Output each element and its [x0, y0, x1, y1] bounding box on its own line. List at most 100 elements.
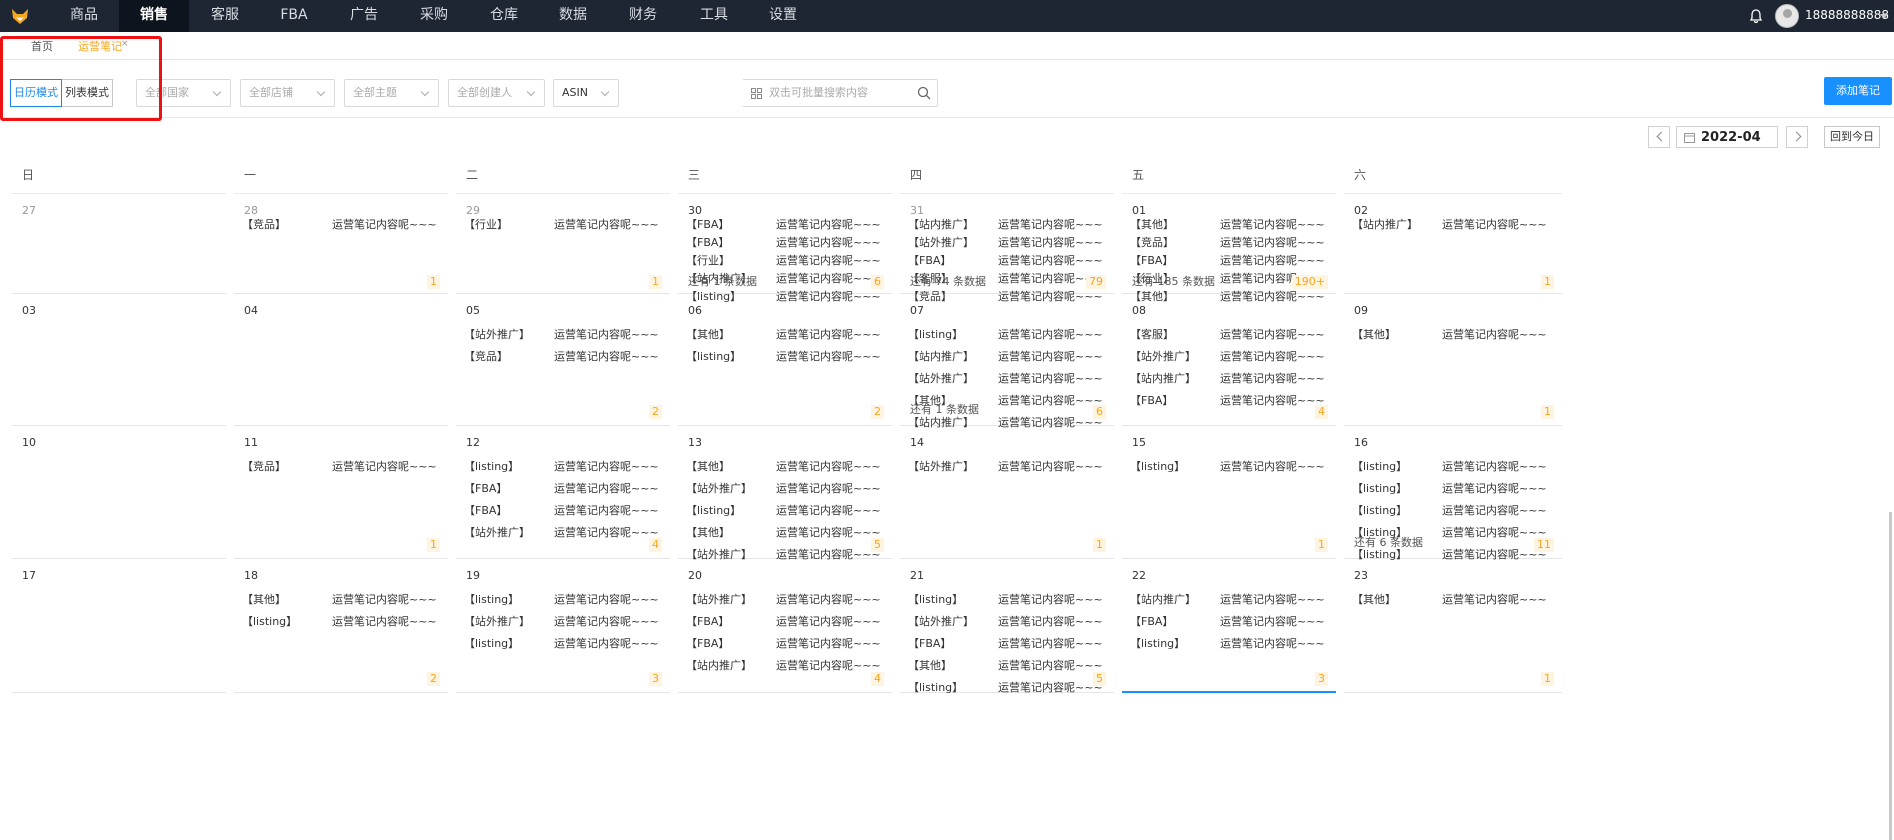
calendar-day-cell[interactable]: 18 【其他】 运营笔记内容呢~~~ 【listing】 运营笔记内容呢~~~ 2: [234, 559, 448, 693]
calendar-mode-button[interactable]: 日历模式: [10, 79, 62, 107]
username[interactable]: 18888888888: [1805, 8, 1889, 22]
note-entry[interactable]: 【站外推广】 运营笔记内容呢~~~: [908, 368, 1106, 390]
calendar-day-cell[interactable]: 10: [12, 426, 226, 559]
calendar-day-cell[interactable]: 01 【其他】 运营笔记内容呢~~~ 【竞品】 运营笔记内容呢~~~ 【FBA】 运营笔记内…: [1122, 194, 1336, 303]
note-entry[interactable]: 【listing】 运营笔记内容呢~~~: [1352, 478, 1554, 500]
note-entry[interactable]: 【站外推广】 运营笔记内容呢~~~: [464, 324, 662, 346]
asin-type-select[interactable]: ASIN: [553, 79, 619, 107]
note-entry[interactable]: 【竞品】 运营笔记内容呢~~~: [464, 346, 662, 368]
note-entry[interactable]: 【listing】 运营笔记内容呢~~~: [1130, 456, 1328, 478]
calendar-day-cell[interactable]: 28 【竞品】 运营笔记内容呢~~~ 1: [234, 194, 448, 294]
note-entry[interactable]: 【站外推广】 运营笔记内容呢~~~: [908, 234, 1106, 252]
note-entry[interactable]: 【其他】 运营笔记内容呢~~~: [686, 522, 884, 544]
note-entry[interactable]: 【站外推广】 运营笔记内容呢~~~: [686, 478, 884, 500]
nav-item[interactable]: 仓库: [469, 0, 539, 32]
calendar-day-cell[interactable]: 09 【其他】 运营笔记内容呢~~~ 1: [1344, 294, 1562, 426]
add-note-button[interactable]: 添加笔记: [1824, 77, 1892, 105]
calendar-day-cell[interactable]: 31 【站内推广】 运营笔记内容呢~~~ 【站外推广】 运营笔记内容呢~~~ 【FBA】运…: [900, 194, 1114, 303]
note-entry[interactable]: 【站外推广】 运营笔记内容呢~~~: [464, 611, 662, 633]
next-month-button[interactable]: [1786, 126, 1808, 148]
nav-item[interactable]: 工具: [679, 0, 749, 32]
bell-icon[interactable]: [1748, 8, 1764, 24]
nav-item[interactable]: 广告: [329, 0, 399, 32]
note-entry[interactable]: 【站内推广】 运营笔记内容呢~~~: [1130, 589, 1328, 611]
more-notes-link[interactable]: 还有 1 条数据: [910, 401, 979, 417]
calendar-day-cell[interactable]: 23 【其他】 运营笔记内容呢~~~ 1: [1344, 559, 1562, 693]
calendar-day-cell[interactable]: 29 【行业】 运营笔记内容呢~~~ 1: [456, 194, 670, 294]
avatar[interactable]: [1775, 4, 1799, 28]
note-entry[interactable]: 【站外推广】 运营笔记内容呢~~~: [686, 589, 884, 611]
creator-select[interactable]: 全部创建人: [448, 79, 545, 107]
calendar-day-cell[interactable]: 16 【listing】 运营笔记内容呢~~~ 【listing】 运营笔记内容呢~~~…: [1344, 426, 1562, 561]
batch-grid-icon[interactable]: [751, 88, 762, 99]
note-entry[interactable]: 【站外推广】 运营笔记内容呢~~~: [908, 456, 1106, 478]
calendar-day-cell[interactable]: 30 【FBA】 运营笔记内容呢~~~ 【FBA】 运营笔记内容呢~~~ 【行业】 运营笔记…: [678, 194, 892, 303]
note-entry[interactable]: 【站内推广】 运营笔记内容呢~~~: [1130, 368, 1328, 390]
note-entry[interactable]: 【FBA】 运营笔记内容呢~~~: [1130, 252, 1328, 270]
note-entry[interactable]: 【竞品】 运营笔记内容呢~~~: [1130, 234, 1328, 252]
note-entry[interactable]: 【listing】 运营笔记内容呢~~~: [686, 346, 884, 368]
calendar-day-cell[interactable]: 11 【竞品】 运营笔记内容呢~~~ 1: [234, 426, 448, 559]
note-entry[interactable]: 【FBA】 运营笔记内容呢~~~: [1130, 390, 1328, 412]
note-entry[interactable]: 【竞品】 运营笔记内容呢~~~: [242, 216, 440, 234]
month-picker[interactable]: 2022-04: [1676, 126, 1778, 148]
fox-logo-icon[interactable]: [10, 6, 30, 26]
note-entry[interactable]: 【listing】 运营笔记内容呢~~~: [242, 611, 440, 633]
note-entry[interactable]: 【其他】 运营笔记内容呢~~~: [686, 456, 884, 478]
note-entry[interactable]: 【客服】 运营笔记内容呢~~~: [1130, 324, 1328, 346]
shop-select[interactable]: 全部店铺: [240, 79, 335, 107]
note-entry[interactable]: 【其他】 运营笔记内容呢~~~: [908, 655, 1106, 677]
topic-select[interactable]: 全部主题: [344, 79, 439, 107]
nav-item[interactable]: 商品: [49, 0, 119, 32]
more-notes-link[interactable]: 还有 74 条数据: [910, 273, 986, 289]
calendar-day-cell[interactable]: 17: [12, 559, 226, 693]
note-entry[interactable]: 【listing】 运营笔记内容呢~~~: [908, 677, 1106, 699]
calendar-day-cell[interactable]: 21 【listing】 运营笔记内容呢~~~ 【站外推广】 运营笔记内容呢~~~ 【FB…: [900, 559, 1114, 694]
note-entry[interactable]: 【站内推广】 运营笔记内容呢~~~: [908, 216, 1106, 234]
nav-item[interactable]: 设置: [748, 0, 818, 32]
calendar-day-cell[interactable]: 05 【站外推广】 运营笔记内容呢~~~ 【竞品】 运营笔记内容呢~~~ 2: [456, 294, 670, 426]
note-entry[interactable]: 【站外推广】 运营笔记内容呢~~~: [908, 611, 1106, 633]
note-entry[interactable]: 【站内推广】 运营笔记内容呢~~~: [908, 346, 1106, 368]
note-entry[interactable]: 【站内推广】 运营笔记内容呢~~~: [1352, 216, 1554, 234]
calendar-day-cell[interactable]: 08 【客服】 运营笔记内容呢~~~ 【站外推广】 运营笔记内容呢~~~ 【站内推广】 运营…: [1122, 294, 1336, 426]
note-entry[interactable]: 【FBA】 运营笔记内容呢~~~: [908, 252, 1106, 270]
nav-item[interactable]: 销售: [119, 0, 189, 32]
nav-item[interactable]: 数据: [538, 0, 608, 32]
note-entry[interactable]: 【FBA】 运营笔记内容呢~~~: [908, 633, 1106, 655]
note-entry[interactable]: 【其他】 运营笔记内容呢~~~: [1352, 589, 1554, 611]
note-entry[interactable]: 【FBA】 运营笔记内容呢~~~: [686, 234, 884, 252]
scrollbar[interactable]: [1889, 512, 1892, 840]
search-input[interactable]: 双击可批量搜索内容: [743, 79, 938, 107]
note-entry[interactable]: 【其他】 运营笔记内容呢~~~: [1352, 324, 1554, 346]
calendar-day-cell[interactable]: 03: [12, 294, 226, 426]
calendar-day-cell[interactable]: 04: [234, 294, 448, 426]
calendar-day-cell[interactable]: 07 【listing】 运营笔记内容呢~~~ 【站内推广】 运营笔记内容呢~~~ 【站外…: [900, 294, 1114, 429]
note-entry[interactable]: 【listing】 运营笔记内容呢~~~: [1352, 456, 1554, 478]
note-entry[interactable]: 【FBA】 运营笔记内容呢~~~: [686, 216, 884, 234]
note-entry[interactable]: 【FBA】 运营笔记内容呢~~~: [1130, 611, 1328, 633]
nav-item[interactable]: 采购: [399, 0, 469, 32]
note-entry[interactable]: 【行业】 运营笔记内容呢~~~: [686, 252, 884, 270]
nav-item[interactable]: FBA: [259, 0, 329, 32]
calendar-day-cell[interactable]: 20 【站外推广】 运营笔记内容呢~~~ 【FBA】 运营笔记内容呢~~~ 【FBA】 运营…: [678, 559, 892, 693]
list-mode-button[interactable]: 列表模式: [61, 79, 113, 107]
note-entry[interactable]: 【listing】 运营笔记内容呢~~~: [1130, 633, 1328, 655]
note-entry[interactable]: 【listing】 运营笔记内容呢~~~: [908, 324, 1106, 346]
note-entry[interactable]: 【行业】 运营笔记内容呢~~~: [464, 216, 662, 234]
calendar-day-cell[interactable]: 27: [12, 194, 226, 294]
close-icon[interactable]: ×: [121, 39, 129, 49]
prev-month-button[interactable]: [1648, 126, 1670, 148]
note-entry[interactable]: 【FBA】 运营笔记内容呢~~~: [686, 633, 884, 655]
calendar-day-cell[interactable]: 06 【其他】 运营笔记内容呢~~~ 【listing】 运营笔记内容呢~~~ 2: [678, 294, 892, 426]
note-entry[interactable]: 【其他】 运营笔记内容呢~~~: [1130, 216, 1328, 234]
country-select[interactable]: 全部国家: [136, 79, 231, 107]
calendar-day-cell[interactable]: 02 【站内推广】 运营笔记内容呢~~~ 1: [1344, 194, 1562, 294]
note-entry[interactable]: 【其他】 运营笔记内容呢~~~: [242, 589, 440, 611]
calendar-day-cell[interactable]: 15 【listing】 运营笔记内容呢~~~ 1: [1122, 426, 1336, 559]
nav-item[interactable]: 财务: [608, 0, 678, 32]
search-icon[interactable]: [917, 86, 931, 100]
back-to-today-button[interactable]: 回到今日: [1824, 126, 1880, 148]
note-entry[interactable]: 【listing】 运营笔记内容呢~~~: [1352, 500, 1554, 522]
note-entry[interactable]: 【竞品】 运营笔记内容呢~~~: [242, 456, 440, 478]
